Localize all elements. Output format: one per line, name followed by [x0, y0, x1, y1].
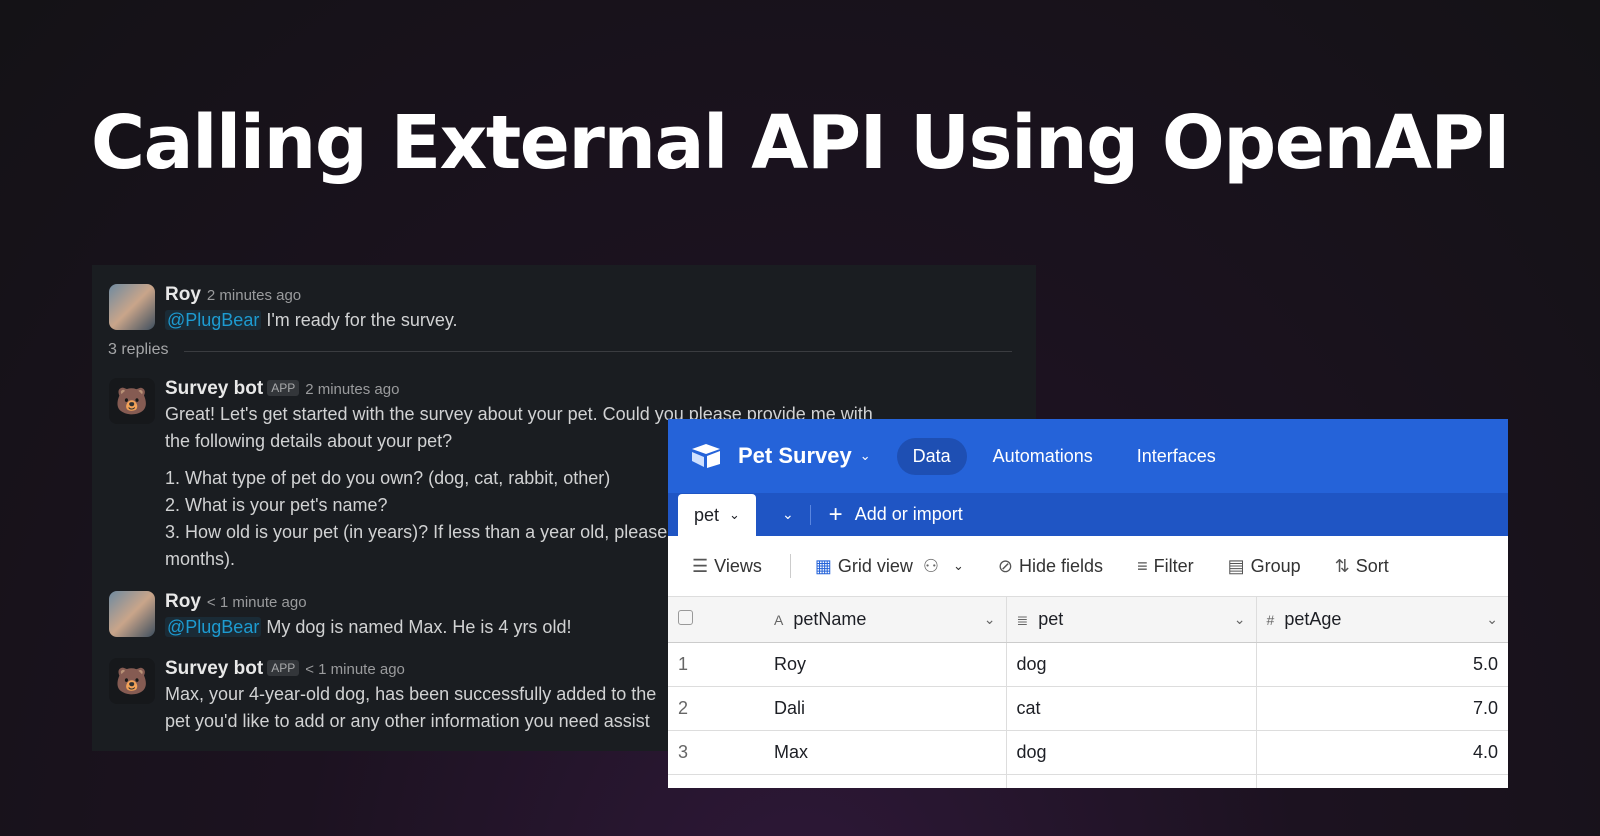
grid-icon: ▦	[814, 555, 832, 576]
table-tabs: pet ⌄ ⌄ + Add or import	[668, 493, 1508, 536]
group-button[interactable]: ▤ Group	[1228, 556, 1301, 577]
list-item: 2. What is your pet's name?	[165, 495, 388, 515]
table-row[interactable]: 1 Roy dog 5.0	[668, 642, 1508, 687]
views-button[interactable]: ☰ Views	[692, 556, 762, 577]
select-all-checkbox[interactable]	[678, 609, 693, 625]
timestamp[interactable]: 2 minutes ago	[207, 287, 301, 304]
nav-data[interactable]: Data	[896, 437, 967, 475]
hide-fields-button[interactable]: ⊘ Hide fields	[998, 556, 1103, 577]
cell-petage[interactable]: 7.0	[1255, 686, 1508, 731]
empty-row[interactable]	[668, 774, 1508, 788]
long-text-icon: ≣	[1016, 611, 1029, 628]
data-grid: A petName ⌄ ≣ pet ⌄ # petAge ⌄ 1 Roy dog 5.0 2…	[668, 597, 1508, 788]
chevron-down-icon[interactable]: ⌄	[782, 506, 794, 523]
row-number: 2	[668, 686, 764, 731]
label: pet	[1038, 608, 1064, 629]
timestamp[interactable]: < 1 minute ago	[305, 661, 405, 678]
mention[interactable]: @PlugBear	[165, 617, 262, 637]
message-line: Max, your 4-year-old dog, has been succe…	[165, 684, 657, 704]
author[interactable]: Survey bot	[165, 378, 263, 399]
divider	[789, 554, 791, 578]
eye-off-icon: ⊘	[997, 555, 1014, 576]
label: Filter	[1153, 555, 1194, 576]
chevron-down-icon[interactable]: ⌄	[984, 611, 996, 628]
page-title: Calling External API Using OpenAPI	[90, 100, 1511, 186]
nav-interfaces[interactable]: Interfaces	[1121, 438, 1232, 475]
cell-pet[interactable]: dog	[1005, 730, 1256, 775]
list-item: 3. How old is your pet (in years)? If le…	[165, 522, 668, 542]
view-toolbar: ☰ Views ▦ Grid view ⚇ ⌄ ⊘ Hide fields ≡ Filter…	[668, 536, 1508, 597]
table-row[interactable]: 2 Dali cat 7.0	[668, 686, 1508, 731]
timestamp[interactable]: 2 minutes ago	[305, 381, 399, 398]
chevron-down-icon[interactable]: ⌄	[860, 448, 871, 464]
chevron-down-icon[interactable]: ⌄	[1234, 611, 1246, 628]
bot-avatar-icon: 🐻	[109, 658, 155, 704]
cell-pet[interactable]: cat	[1005, 686, 1256, 731]
plus-icon[interactable]: +	[829, 501, 843, 529]
sort-button[interactable]: ⇅ Sort	[1335, 556, 1389, 577]
column-header-petage[interactable]: # petAge ⌄	[1255, 597, 1508, 643]
message-line: months).	[165, 549, 236, 569]
table-row[interactable]: 3 Max dog 4.0	[668, 730, 1508, 775]
author[interactable]: Roy	[165, 284, 201, 305]
tab-label: pet	[694, 504, 720, 525]
sort-icon: ⇅	[1334, 555, 1350, 576]
base-name[interactable]: Pet Survey	[738, 443, 852, 469]
cell-petname[interactable]: Roy	[764, 642, 1006, 687]
row-number: 3	[668, 730, 764, 775]
filter-button[interactable]: ≡ Filter	[1137, 556, 1194, 577]
label: Group	[1250, 555, 1301, 576]
header-row: A petName ⌄ ≣ pet ⌄ # petAge ⌄	[668, 597, 1508, 643]
cell-petname[interactable]: Max	[764, 730, 1006, 775]
bot-avatar-icon: 🐻	[109, 378, 155, 424]
nav-automations[interactable]: Automations	[977, 438, 1109, 475]
message-text: I'm ready for the survey.	[266, 310, 458, 330]
avatar	[109, 591, 155, 637]
author[interactable]: Survey bot	[165, 658, 263, 679]
grid-view-button[interactable]: ▦ Grid view ⚇ ⌄	[815, 556, 964, 577]
label: Views	[714, 555, 762, 576]
label: petName	[793, 608, 867, 629]
base-header: Pet Survey ⌄ Data Automations Interfaces	[668, 419, 1508, 493]
filter-icon: ≡	[1137, 555, 1148, 576]
cell-petname[interactable]: Dali	[764, 686, 1006, 731]
replies-count[interactable]: 3 replies	[108, 341, 168, 359]
cell-petage[interactable]: 5.0	[1255, 642, 1508, 687]
timestamp[interactable]: < 1 minute ago	[207, 594, 307, 611]
label: Hide fields	[1019, 555, 1104, 576]
column-header-pet[interactable]: ≣ pet ⌄	[1005, 597, 1256, 643]
mention[interactable]: @PlugBear	[165, 310, 262, 330]
app-badge: APP	[267, 380, 300, 396]
message-line: pet you'd like to add or any other infor…	[165, 711, 650, 731]
airtable-logo-icon	[692, 444, 720, 468]
avatar	[109, 284, 155, 330]
label: petAge	[1284, 608, 1342, 629]
list-item: 1. What type of pet do you own? (dog, ca…	[165, 468, 611, 488]
tab-pet[interactable]: pet ⌄	[678, 494, 756, 536]
airtable-window: Pet Survey ⌄ Data Automations Interfaces…	[668, 419, 1508, 788]
number-field-icon: #	[1266, 611, 1275, 628]
text-field-icon: A	[774, 611, 784, 628]
add-or-import-button[interactable]: Add or import	[855, 504, 963, 525]
cell-pet[interactable]: dog	[1005, 642, 1256, 687]
author[interactable]: Roy	[165, 591, 201, 612]
chevron-down-icon: ⌄	[953, 558, 964, 573]
collaborators-icon: ⚇	[922, 555, 940, 576]
chevron-down-icon[interactable]: ⌄	[1486, 611, 1498, 628]
label: Grid view	[837, 555, 913, 576]
label: Sort	[1355, 555, 1389, 576]
message-line: the following details about your pet?	[165, 431, 453, 451]
message-text: My dog is named Max. He is 4 yrs old!	[266, 617, 572, 637]
divider	[809, 504, 811, 525]
row-number: 1	[668, 642, 764, 687]
cell-petage[interactable]: 4.0	[1255, 730, 1508, 775]
app-badge: APP	[267, 660, 300, 676]
group-icon: ▤	[1227, 555, 1245, 576]
chevron-down-icon: ⌄	[729, 507, 740, 522]
column-header-petname[interactable]: A petName ⌄	[764, 597, 1006, 643]
divider	[184, 351, 1012, 352]
menu-icon: ☰	[692, 555, 709, 576]
